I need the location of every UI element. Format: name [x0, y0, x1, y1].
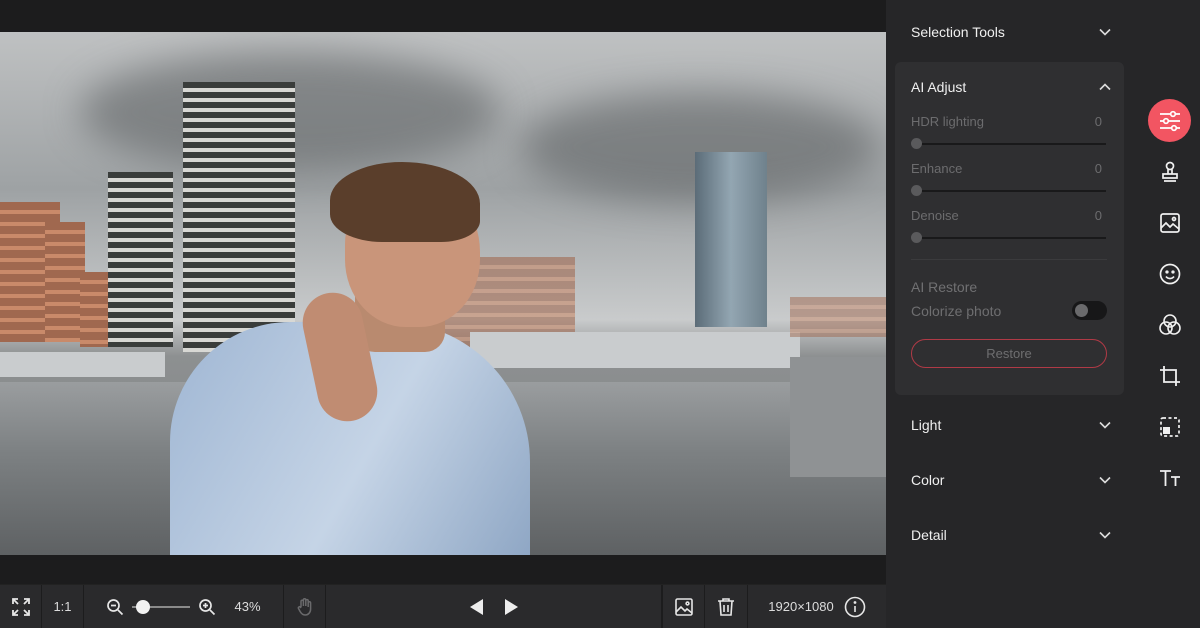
hdr-lighting-label: HDR lighting — [911, 114, 984, 129]
expand-icon — [11, 597, 31, 617]
zoom-in-button[interactable] — [198, 598, 216, 616]
denoise-label: Denoise — [911, 208, 959, 223]
next-button[interactable] — [504, 598, 520, 616]
enhance-slider-handle[interactable] — [911, 185, 922, 196]
zoom-in-icon — [198, 598, 216, 616]
info-button[interactable] — [844, 596, 866, 618]
image-button[interactable] — [662, 584, 705, 628]
crop-icon — [1159, 365, 1181, 387]
detail-label: Detail — [911, 527, 947, 543]
actual-size-label: 1:1 — [53, 599, 72, 614]
enhance-label: Enhance — [911, 161, 963, 176]
enhance-slider[interactable] — [916, 190, 1106, 192]
face-tool-button[interactable] — [1148, 252, 1191, 295]
toggle-knob — [1075, 304, 1088, 317]
zoom-slider[interactable] — [132, 599, 191, 614]
zoom-out-icon — [106, 598, 124, 616]
image-dimensions: 1920×1080 — [768, 599, 834, 614]
actual-size-button[interactable]: 1:1 — [42, 584, 84, 628]
section-divider — [911, 259, 1107, 260]
zoom-slider-handle[interactable] — [136, 599, 150, 614]
enhance-value: 0 — [1094, 161, 1102, 176]
filter-tool-button[interactable] — [1148, 303, 1191, 346]
frame-icon — [1159, 416, 1181, 438]
image-icon — [674, 597, 694, 617]
photo-editor-app: 1:1 43% 1920×1080 Selection Tools AI Adj… — [0, 0, 1200, 628]
previous-button[interactable] — [468, 598, 484, 616]
chevron-down-icon — [1099, 421, 1111, 429]
next-icon — [504, 598, 520, 616]
chevron-down-icon — [1099, 28, 1111, 36]
canvas-area — [0, 0, 886, 584]
image-edit-icon — [1159, 212, 1181, 234]
denoise-slider[interactable] — [916, 237, 1106, 239]
pan-button[interactable] — [284, 584, 326, 628]
hdr-lighting-slider-handle[interactable] — [911, 138, 922, 149]
color-filter-icon — [1158, 313, 1182, 337]
image-info: 1920×1080 — [748, 585, 886, 628]
color-header[interactable]: Color — [911, 470, 1111, 490]
detail-header[interactable]: Detail — [911, 525, 1111, 545]
delete-button[interactable] — [705, 584, 748, 628]
ai-restore-title: AI Restore — [911, 279, 978, 295]
restore-button[interactable]: Restore — [911, 339, 1107, 368]
restore-button-label: Restore — [986, 346, 1032, 361]
image-edit-tool-button[interactable] — [1148, 201, 1191, 244]
stamp-icon — [1159, 161, 1181, 183]
selection-tools-label: Selection Tools — [911, 24, 1005, 40]
color-label: Color — [911, 472, 945, 488]
smiley-icon — [1159, 263, 1181, 285]
navigation-controls — [326, 584, 662, 628]
selection-tools-header[interactable]: Selection Tools — [911, 22, 1111, 42]
trash-icon — [717, 597, 735, 617]
colorize-photo-label: Colorize photo — [911, 303, 1002, 319]
hand-icon — [295, 597, 315, 617]
chevron-down-icon — [1099, 531, 1111, 539]
frame-tool-button[interactable] — [1148, 405, 1191, 448]
ai-adjust-label: AI Adjust — [911, 79, 967, 95]
light-label: Light — [911, 417, 942, 433]
denoise-value: 0 — [1094, 208, 1102, 223]
info-icon — [844, 596, 866, 618]
crop-tool-button[interactable] — [1148, 354, 1191, 397]
hdr-lighting-value: 0 — [1094, 114, 1102, 129]
colorize-photo-toggle[interactable] — [1072, 301, 1107, 320]
bottom-toolbar: 1:1 43% 1920×1080 — [0, 584, 886, 628]
zoom-percent: 43% — [234, 599, 261, 614]
photo-preview[interactable] — [0, 32, 886, 555]
stamp-tool-button[interactable] — [1148, 150, 1191, 193]
adjust-tool-button[interactable] — [1148, 99, 1191, 142]
zoom-out-button[interactable] — [106, 598, 124, 616]
adjust-sliders-icon — [1158, 110, 1182, 132]
previous-icon — [468, 598, 484, 616]
fullscreen-button[interactable] — [0, 584, 42, 628]
text-icon — [1158, 467, 1182, 489]
denoise-slider-handle[interactable] — [911, 232, 922, 243]
text-tool-button[interactable] — [1148, 456, 1191, 499]
chevron-up-icon — [1099, 83, 1111, 91]
chevron-down-icon — [1099, 476, 1111, 484]
light-header[interactable]: Light — [911, 415, 1111, 435]
hdr-lighting-slider[interactable] — [916, 143, 1106, 145]
zoom-controls: 43% — [84, 584, 284, 628]
ai-adjust-header[interactable]: AI Adjust — [911, 77, 1111, 97]
